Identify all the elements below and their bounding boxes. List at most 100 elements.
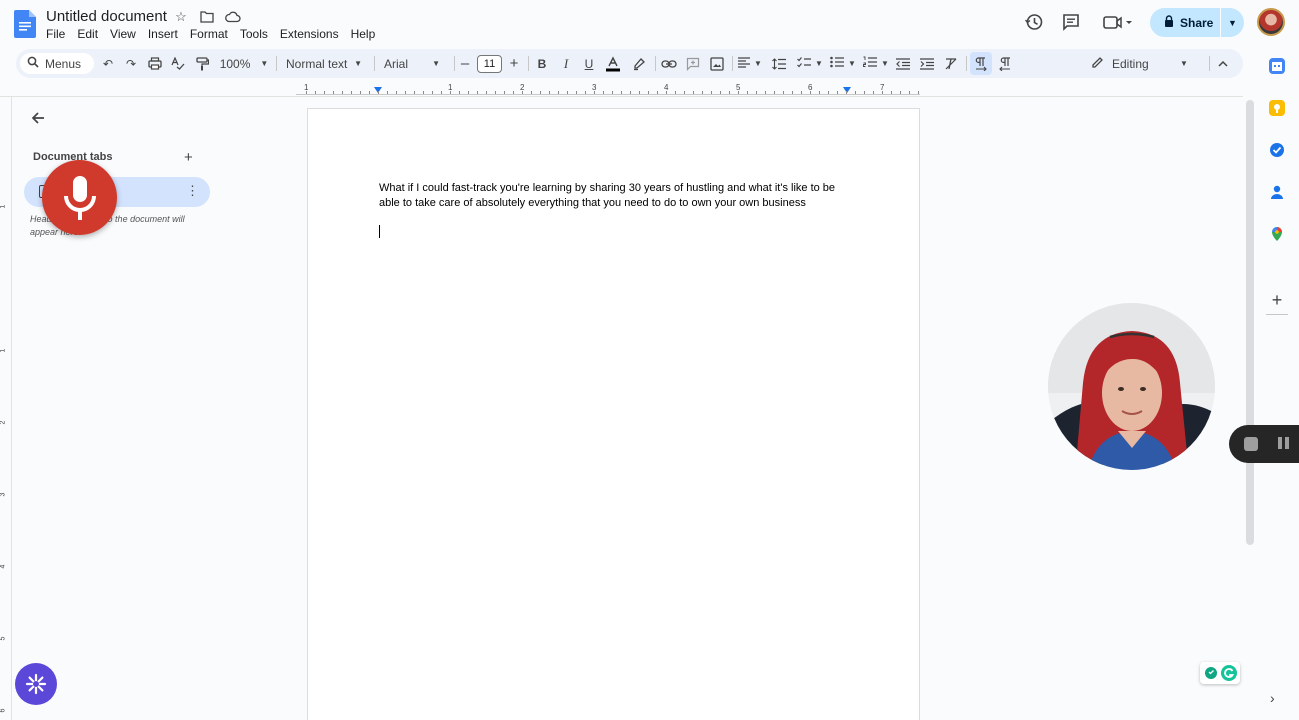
font-select[interactable]: Arial ▼	[380, 49, 444, 78]
keep-icon[interactable]	[1269, 100, 1285, 116]
ruler-tick	[846, 91, 847, 94]
menu-format[interactable]: Format	[190, 27, 234, 41]
cloud-saved-icon[interactable]	[224, 9, 242, 25]
search-menus-button[interactable]: Menus	[20, 53, 94, 74]
version-history-icon[interactable]	[1022, 10, 1046, 34]
decrease-font-size-button[interactable]: –	[457, 49, 473, 78]
insert-link-icon[interactable]	[659, 49, 679, 78]
calendar-icon[interactable]	[1269, 58, 1285, 74]
undo-icon[interactable]: ↶	[98, 49, 118, 78]
share-label: Share	[1180, 15, 1214, 30]
ruler-tick	[405, 91, 406, 94]
ruler-tick	[747, 91, 748, 94]
checklist-icon	[797, 56, 812, 71]
redo-icon[interactable]: ↷	[121, 49, 141, 78]
pencil-icon	[1091, 56, 1104, 72]
contacts-icon[interactable]	[1269, 184, 1285, 200]
paint-format-icon[interactable]	[192, 49, 212, 78]
star-icon[interactable]: ☆	[172, 9, 190, 25]
ruler-tick	[738, 91, 739, 94]
menu-tools[interactable]: Tools	[240, 27, 274, 41]
increase-indent-icon[interactable]	[917, 49, 937, 78]
ltr-text-icon[interactable]	[970, 52, 992, 75]
stop-recording-icon[interactable]	[1244, 437, 1258, 451]
ruler-tick	[810, 91, 811, 94]
collapse-toolbar-icon[interactable]	[1213, 49, 1233, 78]
underline-icon[interactable]: U	[579, 49, 599, 78]
ruler-tick	[855, 91, 856, 94]
zoom-select[interactable]: 100% ▼	[218, 49, 270, 78]
document-page[interactable]: What if I could fast-track you're learni…	[307, 108, 920, 720]
share-dropdown-icon[interactable]: ▼	[1220, 8, 1244, 37]
ruler-tick	[819, 91, 820, 94]
ruler-tick	[333, 91, 334, 94]
increase-font-size-button[interactable]: +	[506, 49, 522, 78]
move-folder-icon[interactable]	[198, 9, 216, 25]
caret-down-icon: ▼	[354, 59, 362, 68]
font-size-input[interactable]: 11	[477, 55, 502, 73]
add-comment-icon[interactable]	[683, 49, 703, 78]
menu-file[interactable]: File	[46, 27, 71, 41]
menu-view[interactable]: View	[110, 27, 142, 41]
meet-call-icon[interactable]	[1100, 10, 1136, 34]
right-indent-marker[interactable]	[843, 87, 851, 93]
paragraph-style-select[interactable]: Normal text ▼	[282, 49, 366, 78]
clear-formatting-icon[interactable]	[941, 49, 961, 78]
ruler-tick	[882, 91, 883, 94]
maps-icon[interactable]	[1269, 226, 1285, 242]
microphone-icon[interactable]	[42, 160, 117, 235]
insert-image-icon[interactable]	[707, 49, 727, 78]
italic-icon[interactable]: I	[556, 49, 576, 78]
horizontal-ruler[interactable]: 1 1 2 3 4 5 6 7	[296, 82, 920, 96]
vruler-number: 4	[0, 564, 7, 569]
document-body-text[interactable]: What if I could fast-track you're learni…	[379, 181, 849, 211]
more-options-icon[interactable]: ⋮	[186, 183, 199, 199]
spellcheck-icon[interactable]	[168, 49, 188, 78]
grammarly-widget[interactable]	[1200, 662, 1240, 684]
ruler-tick	[558, 91, 559, 94]
ruler-tick	[720, 91, 721, 94]
bulleted-list-select[interactable]: ▼	[828, 49, 858, 78]
docs-logo-icon[interactable]	[14, 10, 36, 38]
ruler-tick	[702, 91, 703, 94]
ruler-tick	[414, 91, 415, 94]
line-spacing-icon[interactable]	[769, 49, 789, 78]
ruler-tick	[504, 91, 505, 94]
menu-help[interactable]: Help	[351, 27, 382, 41]
back-arrow-icon[interactable]	[30, 110, 46, 126]
text-color-icon[interactable]	[603, 49, 623, 78]
share-button[interactable]: Share	[1150, 8, 1220, 37]
menu-edit[interactable]: Edit	[77, 27, 104, 41]
menu-bar: File Edit View Insert Format Tools Exten…	[46, 27, 387, 41]
highlight-color-icon[interactable]	[629, 49, 649, 78]
menu-extensions[interactable]: Extensions	[280, 27, 345, 41]
add-addon-icon[interactable]: +	[1269, 291, 1285, 309]
ruler-tick	[792, 91, 793, 94]
document-title[interactable]: Untitled document	[46, 8, 167, 25]
avatar[interactable]	[1257, 8, 1285, 36]
lock-icon	[1164, 15, 1174, 30]
bold-icon[interactable]: B	[532, 49, 552, 78]
vruler-number: 5	[0, 636, 7, 641]
numbered-list-select[interactable]: ▼	[861, 49, 891, 78]
ruler-tick	[396, 91, 397, 94]
print-icon[interactable]	[145, 49, 165, 78]
caret-down-icon: ▼	[815, 59, 823, 68]
ruler-tick	[549, 91, 550, 94]
add-tab-icon[interactable]: +	[184, 149, 193, 166]
vertical-scrollbar[interactable]	[1246, 100, 1254, 545]
vruler-number: 1	[0, 204, 7, 209]
checklist-select[interactable]: ▼	[795, 49, 825, 78]
tasks-icon[interactable]	[1269, 142, 1285, 158]
align-select[interactable]: ▼	[736, 49, 764, 78]
menu-insert[interactable]: Insert	[148, 27, 184, 41]
comments-icon[interactable]	[1059, 10, 1083, 34]
toolbar: Menus ↶ ↷ 100% ▼ Normal text ▼ Arial ▼ –…	[16, 49, 1243, 78]
pause-recording-icon[interactable]	[1278, 437, 1290, 451]
decrease-indent-icon[interactable]	[893, 49, 913, 78]
chevron-right-icon[interactable]: ›	[1270, 690, 1275, 706]
ruler-tick	[918, 91, 919, 94]
assistant-sparkle-icon[interactable]	[15, 663, 57, 705]
editing-mode-select[interactable]: Editing ▼	[1091, 49, 1188, 78]
rtl-text-icon[interactable]	[995, 49, 1015, 78]
